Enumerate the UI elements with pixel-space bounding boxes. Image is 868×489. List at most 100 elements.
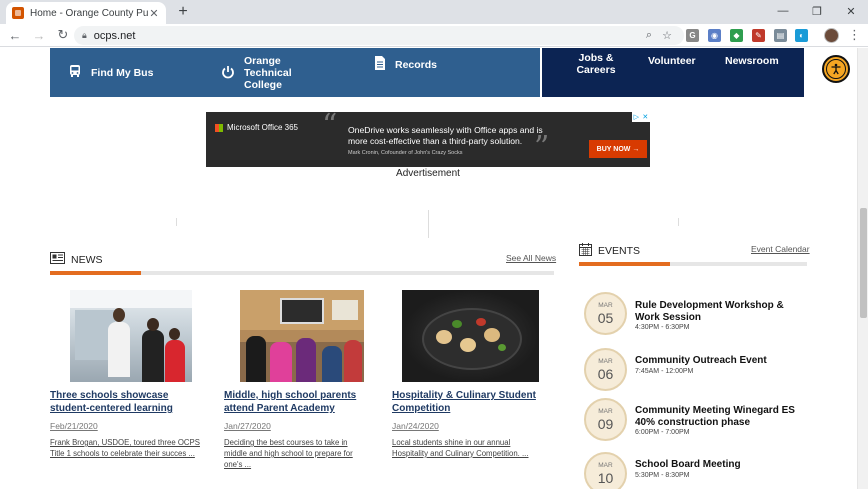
browser-extension-icon[interactable]: G — [686, 29, 699, 42]
nav-newsroom[interactable]: Newsroom — [725, 55, 779, 67]
browser-extension-icon[interactable]: ◆ — [730, 29, 743, 42]
event-date-badge: MAR 06 — [584, 348, 627, 391]
newspaper-icon — [50, 252, 65, 267]
forward-arrow-icon[interactable]: → — [27, 28, 51, 43]
page-scrollbar[interactable] — [857, 48, 868, 489]
event-month: MAR — [598, 302, 613, 309]
event-calendar-link[interactable]: Event Calendar — [751, 244, 810, 254]
news-photo[interactable] — [402, 290, 539, 382]
event-month: MAR — [598, 358, 613, 365]
restore-button[interactable]: ❐ — [800, 0, 834, 22]
quicklink-label: Orange Technical College — [244, 55, 292, 91]
open-quote-icon: “ — [322, 108, 338, 143]
advertisement-label: Advertisement — [396, 168, 460, 179]
events-progress-bar — [579, 262, 807, 266]
event-time: 4:30PM - 6:30PM — [635, 324, 690, 331]
event-month: MAR — [598, 408, 613, 415]
adchoices-icon[interactable]: ▷ ✕ — [632, 112, 650, 122]
minimize-button[interactable]: — — [766, 0, 800, 22]
event-month: MAR — [598, 462, 613, 469]
see-all-news-link[interactable]: See All News — [506, 253, 556, 263]
reload-icon[interactable]: ↻ — [51, 27, 75, 43]
ad-citation: Mark Cronin, Cofounder of John's Crazy S… — [348, 150, 463, 156]
document-icon — [374, 56, 386, 73]
news-progress-bar — [50, 271, 554, 275]
new-tab-button[interactable]: + — [175, 3, 191, 21]
profile-avatar[interactable] — [824, 28, 839, 43]
news-date: Feb/21/2020 — [50, 421, 98, 431]
divider — [428, 210, 429, 238]
event-day: 06 — [597, 366, 614, 382]
back-arrow-icon[interactable]: ← — [3, 28, 27, 43]
news-excerpt[interactable]: Local students shine in our annual Hospi… — [392, 437, 546, 459]
news-card[interactable]: Middle, high school parents attend Paren… — [224, 290, 364, 470]
event-day: 05 — [597, 310, 614, 326]
event-title-link[interactable]: Community Outreach Event — [635, 355, 805, 367]
ad-buy-now-button[interactable]: BUY NOW → — [589, 140, 647, 158]
event-title-link[interactable]: Community Meeting Winegard ES 40% constr… — [635, 405, 805, 429]
lock-icon: 🔒︎ — [82, 30, 87, 40]
event-time: 5:30PM - 8:30PM — [635, 472, 690, 479]
events-progress-fill — [579, 262, 671, 266]
events-heading: EVENTS — [579, 243, 640, 259]
event-time: 6:00PM - 7:00PM — [635, 429, 690, 436]
accessibility-button[interactable] — [822, 55, 850, 83]
calendar-icon — [579, 243, 592, 259]
quicklink-orange-technical-college[interactable]: Orange Technical College — [221, 55, 331, 91]
event-title-link[interactable]: Rule Development Workshop & Work Session — [635, 300, 805, 324]
event-time: 7:45AM - 12:00PM — [635, 368, 694, 375]
browser-extension-icon[interactable]: ✎ — [752, 29, 765, 42]
news-photo[interactable] — [240, 290, 364, 382]
browser-extension-icon[interactable]: ▤ — [774, 29, 787, 42]
quicklink-label: Records — [395, 58, 438, 71]
browser-tab[interactable]: Home - Orange County Public Sc ✕ — [6, 2, 166, 24]
ad-message: OneDrive works seamlessly with Office ap… — [348, 125, 543, 146]
ad-brand: Microsoft Office 365 — [215, 123, 298, 132]
scrollbar-thumb[interactable] — [860, 208, 867, 318]
news-headline-link[interactable]: Three schools showcase student-centered … — [50, 389, 202, 415]
advertisement-banner[interactable]: Microsoft Office 365 “ ” OneDrive works … — [206, 108, 650, 167]
browser-menu-icon[interactable]: ⋮ — [848, 27, 861, 43]
window-controls: — ❐ ✕ — [766, 0, 868, 22]
news-photo[interactable] — [70, 290, 192, 382]
microsoft-logo-icon — [215, 123, 223, 132]
divider — [176, 218, 177, 226]
news-card[interactable]: Hospitality & Culinary Student Competiti… — [392, 290, 539, 459]
nav-jobs-careers[interactable]: Jobs & Careers — [570, 52, 622, 76]
quicklink-label: Find My Bus — [91, 66, 154, 79]
news-date: Jan/27/2020 — [224, 421, 271, 431]
browser-tabstrip: Home - Orange County Public Sc ✕ + — ❐ ✕ — [0, 0, 868, 24]
tab-close-icon[interactable]: ✕ — [148, 7, 160, 20]
quicklink-records[interactable]: Records — [374, 56, 437, 73]
zoom-icon[interactable]: ⌕ — [646, 29, 652, 42]
power-icon — [221, 65, 235, 82]
event-title-link[interactable]: School Board Meeting — [635, 459, 805, 471]
browser-toolbar: ← → ↻ 🔒︎ ocps.net ⌕ ☆ G ◉ ◆ ✎ ▤ ◐ ⋮ — [0, 24, 868, 47]
browser-extension-icon[interactable]: ◉ — [708, 29, 721, 42]
address-bar[interactable]: 🔒︎ ocps.net ⌕ ☆ — [74, 26, 684, 45]
bus-icon — [68, 64, 82, 81]
news-excerpt[interactable]: Frank Brogan, USDOE, toured three OCPS T… — [50, 437, 210, 459]
event-day: 10 — [597, 470, 614, 486]
event-date-badge: MAR 05 — [584, 292, 627, 335]
nav-volunteer[interactable]: Volunteer — [648, 55, 696, 67]
news-headline-link[interactable]: Middle, high school parents attend Paren… — [224, 389, 380, 415]
news-date: Jan/24/2020 — [392, 421, 439, 431]
news-excerpt[interactable]: Deciding the best courses to take in mid… — [224, 437, 370, 470]
bookmark-star-icon[interactable]: ☆ — [662, 29, 672, 42]
event-date-badge: MAR 10 — [584, 452, 627, 489]
quicklink-find-my-bus[interactable]: Find My Bus — [68, 64, 153, 81]
news-headline-link[interactable]: Hospitality & Culinary Student Competiti… — [392, 389, 542, 415]
news-heading: NEWS — [50, 252, 103, 267]
close-window-button[interactable]: ✕ — [834, 0, 868, 22]
main-nav: Jobs & Careers Volunteer Newsroom — [542, 48, 804, 97]
browser-extension-icon[interactable]: ◐ — [795, 29, 808, 42]
quicklinks-bar: Find My Bus Orange Technical College Rec… — [50, 48, 540, 97]
news-card[interactable]: Three schools showcase student-centered … — [50, 290, 200, 459]
tab-title: Home - Orange County Public Sc — [30, 7, 148, 19]
news-progress-fill — [50, 271, 141, 275]
url-text: ocps.net — [93, 29, 136, 42]
accessibility-icon — [826, 59, 846, 79]
site-favicon-icon — [12, 7, 24, 19]
divider — [678, 218, 679, 226]
